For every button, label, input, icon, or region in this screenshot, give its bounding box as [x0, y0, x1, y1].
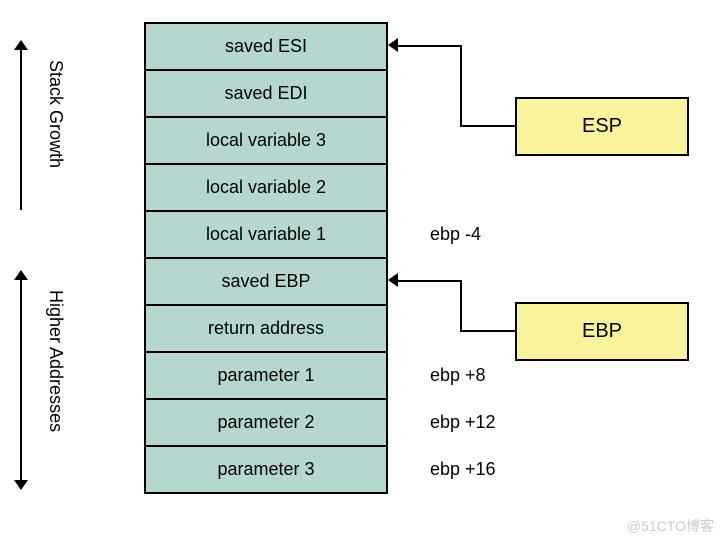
- offset-param-2: ebp +12: [430, 412, 496, 433]
- stack-cell-param-3: parameter 3: [146, 447, 386, 494]
- stack-growth-arrowhead-up: [14, 40, 28, 50]
- stack-cell-return-address: return address: [146, 306, 386, 353]
- higher-addresses-arrow-line: [20, 280, 22, 480]
- higher-addresses-arrowhead-up: [14, 270, 28, 280]
- watermark: @51CTO博客: [627, 516, 714, 536]
- stack-cell-saved-edi: saved EDI: [146, 71, 386, 118]
- esp-pointer-h2: [398, 45, 460, 47]
- stack-cell-param-2: parameter 2: [146, 400, 386, 447]
- higher-addresses-label: Higher Addresses: [45, 290, 66, 432]
- esp-pointer-v: [460, 45, 462, 125]
- offset-param-1: ebp +8: [430, 365, 486, 386]
- stack-cell-saved-ebp: saved EBP: [146, 259, 386, 306]
- stack-cell-saved-esi: saved ESI: [146, 24, 386, 71]
- ebp-pointer-h2: [398, 280, 460, 282]
- esp-register-box: ESP: [515, 97, 689, 156]
- esp-pointer-h: [460, 125, 515, 127]
- stack-cell-param-1: parameter 1: [146, 353, 386, 400]
- higher-addresses-arrowhead-down: [14, 480, 28, 490]
- stack-growth-label: Stack Growth: [45, 60, 66, 168]
- stack-cell-local-3: local variable 3: [146, 118, 386, 165]
- ebp-pointer-h: [460, 330, 515, 332]
- stack-cell-local-2: local variable 2: [146, 165, 386, 212]
- offset-param-3: ebp +16: [430, 459, 496, 480]
- offset-local-1: ebp -4: [430, 224, 481, 245]
- ebp-pointer-v: [460, 280, 462, 330]
- stack-growth-arrow-line: [20, 50, 22, 210]
- stack-frame: saved ESI saved EDI local variable 3 loc…: [144, 22, 388, 494]
- stack-cell-local-1: local variable 1: [146, 212, 386, 259]
- ebp-register-box: EBP: [515, 302, 689, 361]
- esp-pointer-arrowhead: [388, 38, 398, 52]
- ebp-pointer-arrowhead: [388, 273, 398, 287]
